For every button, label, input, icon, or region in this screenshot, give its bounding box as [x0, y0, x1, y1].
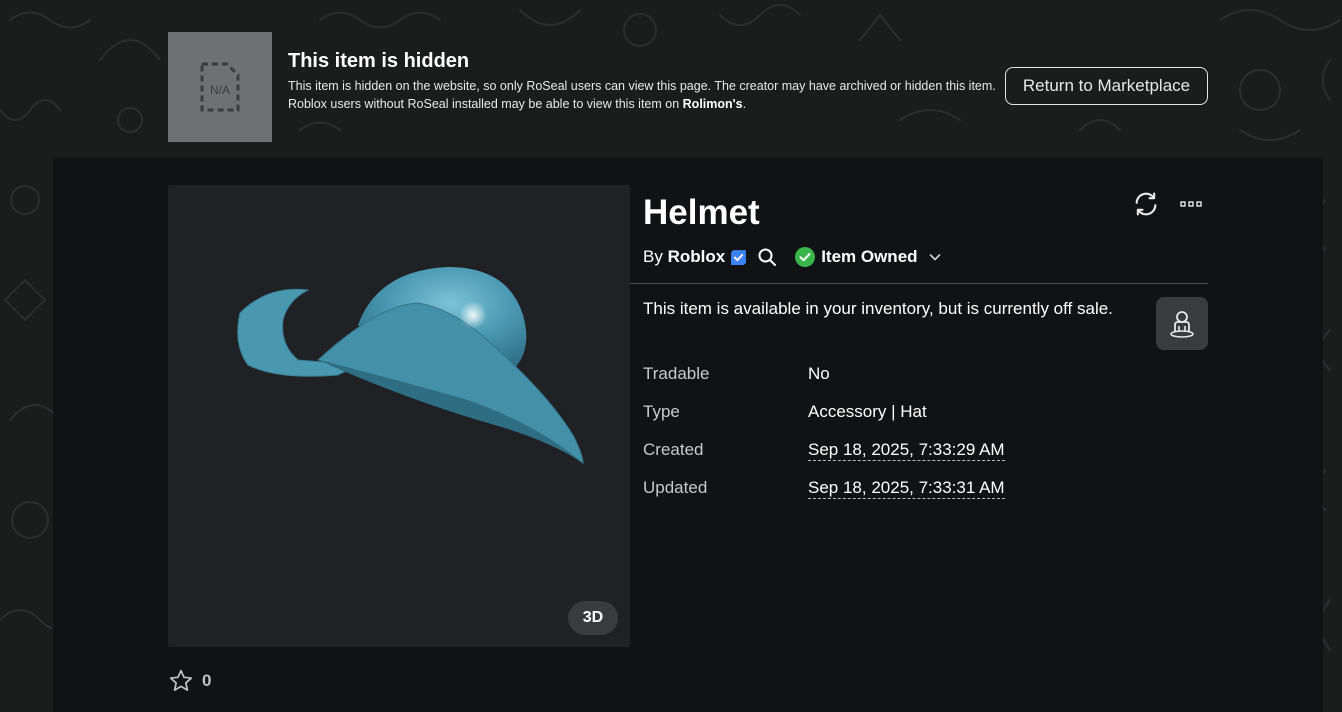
- chevron-down-icon: [929, 254, 940, 261]
- off-sale-message: This item is available in your inventory…: [643, 299, 1113, 318]
- hidden-item-banner: N/A This item is hidden This item is hid…: [168, 32, 1208, 142]
- detail-label: Updated: [643, 478, 708, 497]
- svg-text:N/A: N/A: [210, 83, 230, 97]
- item-thumbnail-placeholder: N/A: [168, 32, 272, 142]
- favorite-control[interactable]: 0: [168, 668, 211, 694]
- detail-value: Accessory | Hat: [808, 402, 927, 421]
- helmet-model-image: [237, 267, 584, 464]
- detail-value: No: [808, 364, 830, 383]
- detail-label: Tradable: [643, 364, 710, 383]
- header-divider: [630, 283, 1208, 284]
- refresh-icon[interactable]: [1132, 190, 1160, 218]
- try-on-icon: [1170, 310, 1194, 338]
- star-icon[interactable]: [168, 668, 194, 694]
- by-label: By: [643, 247, 663, 266]
- na-file-icon: N/A: [200, 62, 240, 112]
- item-3d-viewer[interactable]: 3D: [168, 185, 630, 647]
- banner-description-line2: Roblox users without RoSeal installed ma…: [288, 97, 747, 111]
- favorite-count: 0: [202, 671, 212, 690]
- item-title: Helmet: [643, 193, 760, 232]
- detail-value-created-date[interactable]: Sep 18, 2025, 7:33:29 AM: [808, 440, 1005, 461]
- item-byline: By Roblox Item Owned: [643, 245, 942, 269]
- detail-label: Type: [643, 402, 680, 421]
- check-circle-icon: [795, 247, 816, 267]
- detail-value-updated-date[interactable]: Sep 18, 2025, 7:33:31 AM: [808, 478, 1005, 499]
- creator-link[interactable]: Roblox: [668, 247, 726, 267]
- more-icon[interactable]: [1180, 199, 1202, 209]
- detail-label: Created: [643, 440, 704, 459]
- 3d-toggle-badge[interactable]: 3D: [568, 601, 618, 635]
- rolimons-link[interactable]: Rolimon's: [683, 97, 743, 111]
- item-actions: [1132, 190, 1202, 218]
- banner-description: This item is hidden on the website, so o…: [288, 77, 998, 113]
- banner-description-line1: This item is hidden on the website, so o…: [288, 79, 996, 93]
- return-to-marketplace-button[interactable]: Return to Marketplace: [1005, 67, 1208, 105]
- verified-badge-icon: [731, 249, 747, 265]
- banner-title: This item is hidden: [288, 50, 470, 72]
- item-owned-dropdown[interactable]: Item Owned: [795, 247, 941, 267]
- item-owned-label: Item Owned: [821, 247, 918, 266]
- search-icon[interactable]: [757, 247, 777, 267]
- try-on-button[interactable]: [1156, 297, 1208, 350]
